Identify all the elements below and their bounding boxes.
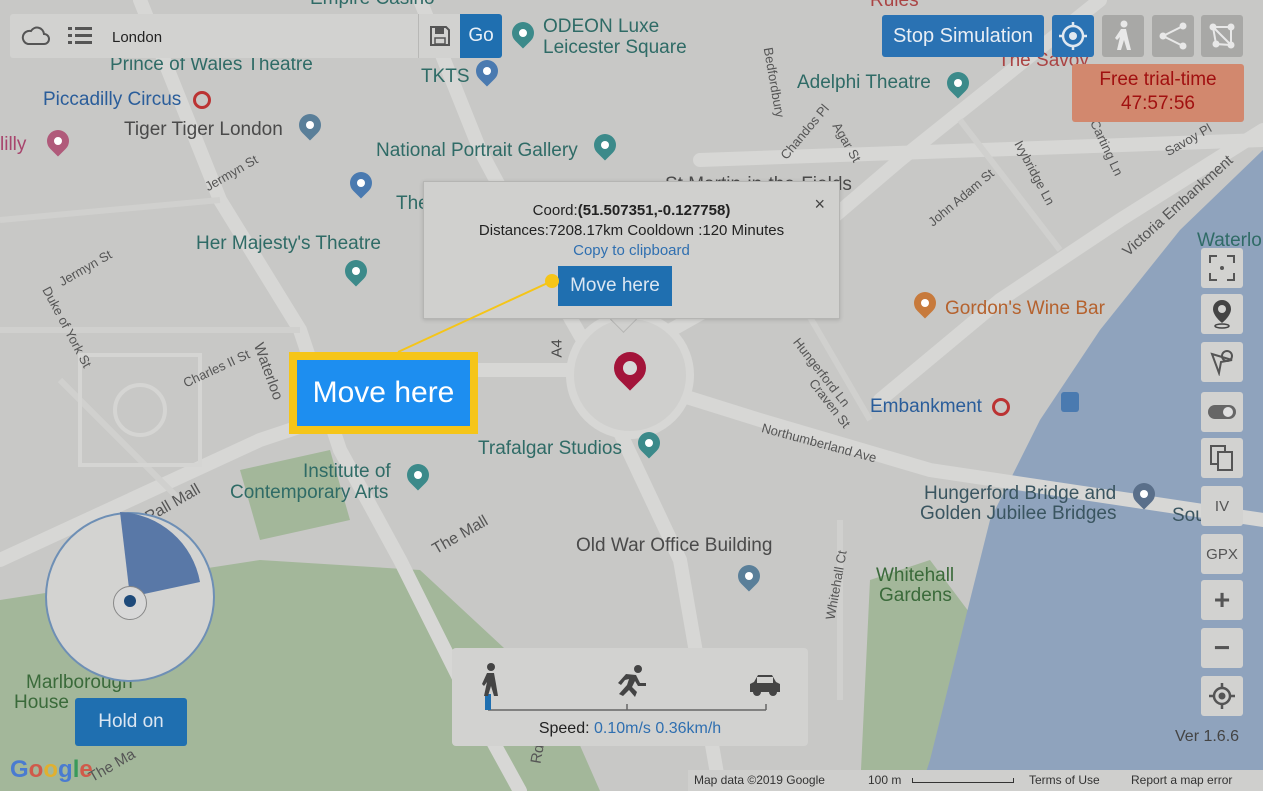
location-settings-icon	[1210, 350, 1233, 376]
list-icon[interactable]	[58, 14, 102, 58]
place-odeon-2: Leicester Square	[543, 37, 687, 58]
toggle-switch-icon	[1208, 405, 1236, 419]
gpx-button[interactable]: GPX	[1201, 534, 1243, 574]
move-here-callout: Move here	[289, 352, 478, 434]
underground-icon	[992, 398, 1010, 416]
search-bar: Go	[10, 14, 502, 58]
joystick-route-button[interactable]	[1201, 15, 1243, 57]
map-pin-icon	[1213, 300, 1231, 329]
speed-value: 0.10m/s 0.36km/h	[594, 720, 722, 737]
bus-stop-icon	[1061, 392, 1079, 412]
distance-cooldown-text: Distances:7208.17km Cooldown :120 Minute…	[478, 222, 785, 239]
trial-timer: Free trial-time 47:57:56	[1072, 64, 1244, 122]
speed-label: Speed:	[538, 720, 590, 737]
toggle-button[interactable]	[1201, 392, 1243, 432]
walk-speed-icon[interactable]	[476, 662, 504, 702]
fullscreen-button[interactable]	[1201, 248, 1243, 288]
crosshair-target-icon	[1059, 22, 1087, 50]
place-her-majestys: Her Majesty's Theatre	[196, 233, 381, 254]
place-empire-casino: Empire Casino	[310, 0, 435, 10]
place-adelphi: Adelphi Theatre	[797, 72, 931, 93]
copy-icon	[1210, 445, 1233, 471]
speed-readout: Speed: 0.10m/s 0.36km/h	[452, 720, 808, 738]
location-popup: Coord:(51.507351,-0.127758) Distances:72…	[423, 181, 840, 319]
place-national-portrait: National Portrait Gallery	[376, 140, 578, 161]
place-old-war-office: Old War Office Building	[576, 535, 773, 556]
place-whitehall-1: Whitehall	[876, 565, 955, 586]
place-institute-2: Contemporary Arts	[230, 482, 389, 503]
place-embankment: Embankment	[870, 396, 982, 417]
walking-person-icon	[1115, 20, 1131, 50]
report-error-link[interactable]: Report a map error	[1131, 773, 1232, 787]
place-odeon: ODEON Luxe	[543, 16, 660, 37]
polygon-route-icon	[1209, 23, 1235, 49]
place-gordons: Gordon's Wine Bar	[945, 298, 1105, 319]
search-input[interactable]	[110, 20, 419, 54]
road-a4: A4	[548, 339, 566, 358]
focus-frame-icon	[1209, 255, 1235, 281]
run-speed-icon[interactable]	[614, 664, 648, 698]
history-pin-button[interactable]	[1201, 342, 1243, 382]
gps-crosshair-icon	[1209, 683, 1235, 709]
place-whitehall-2: Gardens	[879, 585, 952, 606]
cloud-icon[interactable]	[14, 14, 58, 58]
place-institute-1: Institute of	[303, 461, 391, 482]
place-trafalgar-studios: Trafalgar Studios	[478, 438, 622, 459]
map-footer: Map data ©2019 Google 100 m Terms of Use…	[688, 770, 1263, 791]
go-button[interactable]: Go	[460, 14, 502, 58]
scale-label: 100 m	[868, 773, 902, 787]
zoom-out-button[interactable]: −	[1201, 628, 1243, 668]
place-rules: Rules	[870, 0, 919, 11]
move-here-button[interactable]: Move here	[558, 266, 672, 306]
place-hungerford-1: Hungerford Bridge and	[924, 483, 1117, 504]
share-route-icon	[1159, 22, 1187, 50]
direction-dot-icon	[113, 586, 147, 620]
multi-spot-button[interactable]	[1152, 15, 1194, 57]
stop-simulation-button[interactable]: Stop Simulation	[882, 15, 1044, 57]
walk-mode-button[interactable]	[1102, 15, 1144, 57]
hold-on-button[interactable]: Hold on	[75, 698, 187, 746]
close-icon[interactable]: ×	[814, 194, 825, 215]
map-data-text: Map data ©2019 Google	[694, 773, 825, 787]
place-tiger-tiger: Tiger Tiger London	[124, 119, 283, 140]
place-piccadilly-circus: Piccadilly Circus	[43, 89, 182, 110]
speed-panel: Speed: 0.10m/s 0.36km/h	[452, 648, 808, 746]
iv-button[interactable]: IV	[1201, 486, 1243, 526]
street-rd: Rd	[527, 743, 548, 765]
trial-time: 47:57:56	[1121, 93, 1195, 114]
compass-widget[interactable]	[45, 512, 215, 682]
place-lilly: lilly	[0, 134, 27, 155]
coord-label: Coord:	[532, 202, 578, 219]
coord-line: Coord:(51.507351,-0.127758)	[424, 202, 839, 219]
drive-speed-icon[interactable]	[748, 672, 782, 698]
location-pin-button[interactable]	[1201, 294, 1243, 334]
copy-to-clipboard-link[interactable]: Copy to clipboard	[424, 242, 839, 259]
place-tkts: TKTS	[421, 66, 470, 87]
place-hungerford-2: Golden Jubilee Bridges	[920, 503, 1117, 524]
version-label: Ver 1.6.6	[1175, 728, 1240, 745]
move-here-callout-button[interactable]: Move here	[297, 360, 470, 426]
scale-bar	[912, 778, 1014, 783]
trial-label: Free trial-time	[1099, 69, 1217, 90]
zoom-in-button[interactable]: +	[1201, 580, 1243, 620]
save-button[interactable]	[418, 14, 461, 58]
terms-link[interactable]: Terms of Use	[1029, 773, 1100, 787]
copy-button[interactable]	[1201, 438, 1243, 478]
coord-value: (51.507351,-0.127758)	[577, 202, 731, 219]
locate-me-button[interactable]	[1201, 676, 1243, 716]
google-logo: Google	[10, 756, 93, 783]
underground-icon	[193, 91, 211, 109]
place-marlborough-2: House	[14, 692, 69, 713]
teleport-mode-button[interactable]	[1052, 15, 1094, 57]
save-icon	[430, 26, 450, 46]
